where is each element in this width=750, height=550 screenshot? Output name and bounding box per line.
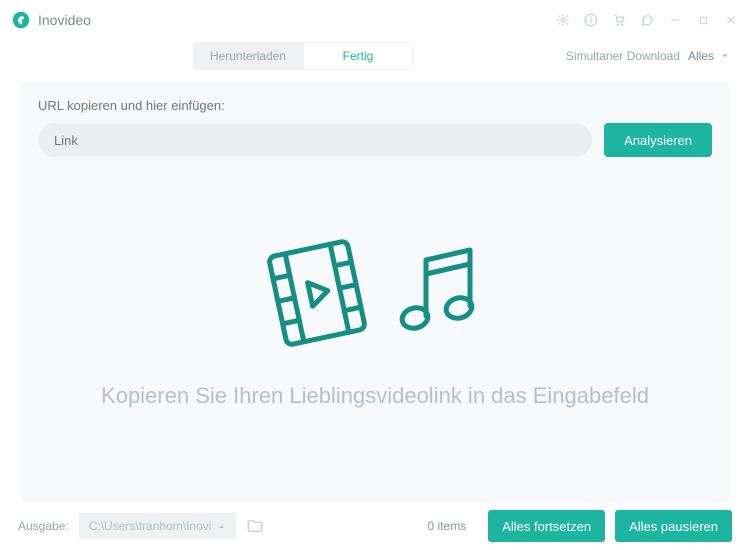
items-count: 0 items bbox=[428, 519, 467, 533]
app-logo-icon bbox=[12, 11, 30, 29]
settings-icon[interactable] bbox=[556, 13, 570, 27]
empty-message: Kopieren Sie Ihren Lieblingsvideolink in… bbox=[101, 383, 649, 409]
film-icon bbox=[262, 233, 372, 353]
close-icon[interactable] bbox=[724, 13, 738, 27]
empty-illustration bbox=[262, 233, 488, 353]
chevron-up-icon bbox=[217, 522, 226, 531]
url-input-wrap[interactable] bbox=[38, 123, 592, 157]
simultaneous-download-label: Simultaner Download bbox=[566, 49, 680, 63]
maximize-icon[interactable] bbox=[696, 13, 710, 27]
filter-dropdown[interactable]: Alles bbox=[688, 49, 730, 63]
titlebar: Inovideo bbox=[0, 0, 750, 40]
tab-download[interactable]: Herunterladen bbox=[193, 42, 303, 70]
analyze-button[interactable]: Analysieren bbox=[604, 123, 712, 157]
resume-all-button[interactable]: Alles fortsetzen bbox=[488, 510, 605, 542]
titlebar-controls bbox=[556, 13, 738, 27]
filter-value: Alles bbox=[688, 49, 714, 63]
main-panel: URL kopieren und hier einfügen: Analysie… bbox=[20, 82, 730, 502]
cart-icon[interactable] bbox=[612, 13, 626, 27]
output-path-chip[interactable]: C:\Users\tranhom\Inovi bbox=[79, 513, 237, 539]
url-input[interactable] bbox=[54, 133, 576, 148]
footer: Ausgabe: C:\Users\tranhom\Inovi 0 items … bbox=[0, 502, 750, 550]
minimize-icon[interactable] bbox=[668, 13, 682, 27]
empty-state: Kopieren Sie Ihren Lieblingsvideolink in… bbox=[38, 157, 712, 484]
tabs: Herunterladen Fertig bbox=[193, 42, 413, 70]
download-options: Simultaner Download Alles bbox=[566, 49, 730, 63]
tab-done[interactable]: Fertig bbox=[303, 42, 413, 70]
subbar: Herunterladen Fertig Simultaner Download… bbox=[0, 40, 750, 72]
url-label: URL kopieren und hier einfügen: bbox=[38, 98, 712, 113]
output-path: C:\Users\tranhom\Inovi bbox=[89, 519, 212, 533]
chat-icon[interactable] bbox=[640, 13, 654, 27]
url-input-row: Analysieren bbox=[38, 123, 712, 157]
music-note-icon bbox=[388, 238, 488, 348]
app-title: Inovideo bbox=[38, 12, 91, 28]
info-icon[interactable] bbox=[584, 13, 598, 27]
pause-all-button[interactable]: Alles pausieren bbox=[615, 510, 732, 542]
output-label: Ausgabe: bbox=[18, 519, 69, 533]
open-folder-icon[interactable] bbox=[246, 517, 264, 535]
chevron-down-icon bbox=[720, 51, 730, 61]
